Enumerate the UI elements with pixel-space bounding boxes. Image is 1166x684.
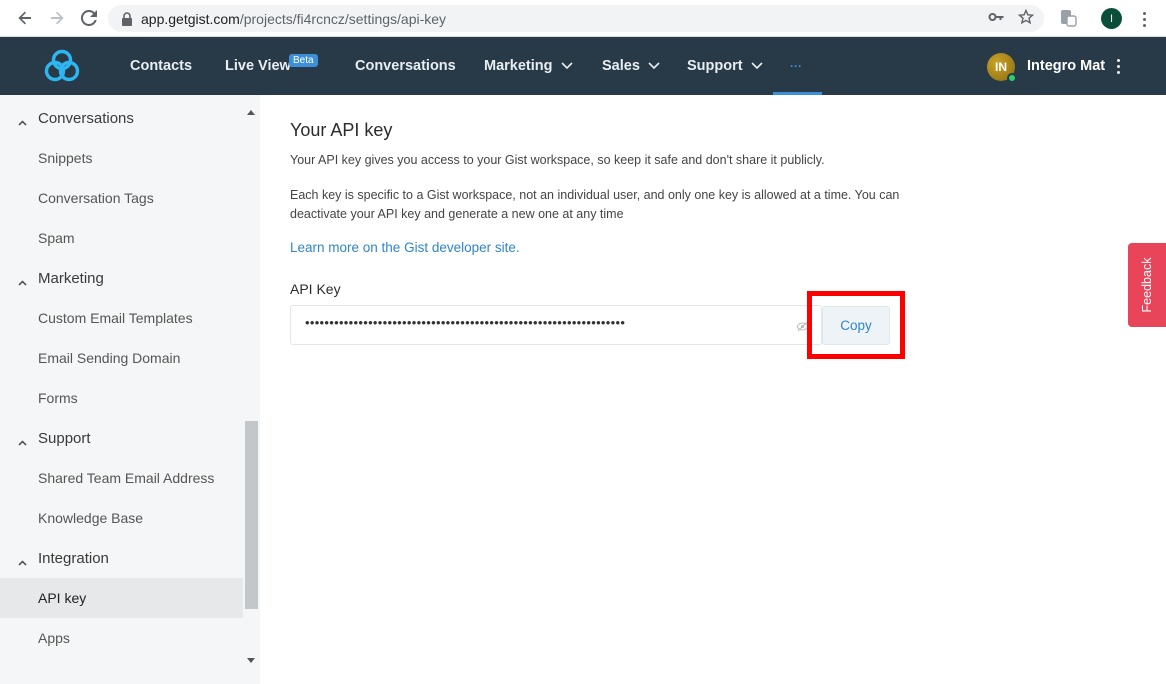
beta-badge: Beta	[289, 54, 318, 67]
description-text: Your API key gives you access to your Gi…	[290, 153, 825, 167]
copy-button[interactable]: Copy	[822, 306, 890, 345]
main-content: Your API key Your API key gives you acce…	[260, 95, 1166, 684]
extension-icon[interactable]	[1058, 8, 1078, 28]
arrow-right-icon	[51, 11, 64, 25]
scroll-up-icon[interactable]	[247, 102, 255, 120]
developer-site-link[interactable]: Learn more on the Gist developer site.	[290, 240, 520, 255]
sidebar-item-snippets[interactable]: Snippets	[0, 138, 243, 178]
sidebar-item-spam[interactable]: Spam	[0, 218, 243, 258]
api-key-label: API Key	[290, 281, 341, 297]
browser-profile-avatar[interactable]: I	[1101, 8, 1122, 29]
scroll-down-icon[interactable]	[247, 650, 255, 668]
sidebar-item-conversation-tags[interactable]: Conversation Tags	[0, 178, 243, 218]
nav-live-view[interactable]: Live View	[225, 37, 291, 95]
browser-toolbar: app.getgist.com/projects/fi4rcncz/settin…	[0, 0, 1166, 37]
sidebar-item-shared-team-email[interactable]: Shared Team Email Address	[0, 458, 243, 498]
address-bar[interactable]: app.getgist.com/projects/fi4rcncz/settin…	[108, 5, 1044, 32]
chevron-down-icon	[751, 62, 763, 70]
settings-sidebar: Conversations Snippets Conversation Tags…	[0, 95, 260, 684]
nav-marketing[interactable]: Marketing	[484, 37, 573, 95]
app-menu-icon[interactable]	[1112, 57, 1124, 75]
sidebar-group-marketing[interactable]: Marketing	[0, 258, 243, 298]
page-title: Your API key	[290, 120, 393, 140]
sidebar-item-forms[interactable]: Forms	[0, 378, 243, 418]
sidebar-item-email-sending-domain[interactable]: Email Sending Domain	[0, 338, 243, 378]
sidebar-group-conversations[interactable]: Conversations	[0, 98, 243, 138]
sidebar-group-integration[interactable]: Integration	[0, 538, 243, 578]
nav-contacts[interactable]: Contacts	[130, 37, 192, 95]
key-icon[interactable]	[988, 9, 1004, 30]
api-key-field[interactable]: ••••••••••••••••••••••••••••••••••••••••…	[290, 305, 822, 345]
sidebar-group-support[interactable]: Support	[0, 418, 243, 458]
nav-sales[interactable]: Sales	[602, 37, 660, 95]
browser-menu-icon[interactable]	[1136, 9, 1152, 29]
feedback-tab[interactable]: Feedback	[1128, 243, 1166, 327]
feedback-label: Feedback	[1140, 257, 1154, 313]
forward-button[interactable]	[42, 3, 72, 33]
nav-more[interactable]: ···	[790, 37, 802, 95]
chevron-up-icon	[18, 273, 27, 290]
back-button[interactable]	[10, 3, 40, 33]
nav-support[interactable]: Support	[687, 37, 763, 95]
chevron-up-icon	[18, 553, 27, 570]
nav-conversations[interactable]: Conversations	[355, 37, 456, 95]
lock-icon	[119, 11, 135, 27]
online-status-icon	[1007, 73, 1017, 83]
url-text: app.getgist.com/projects/fi4rcncz/settin…	[141, 10, 447, 27]
user-name[interactable]: Integro Mat	[1027, 37, 1105, 95]
sidebar-item-api-key[interactable]: API key	[0, 578, 243, 618]
scrollbar-thumb[interactable]	[245, 421, 258, 609]
star-icon[interactable]	[1017, 8, 1035, 30]
gist-logo-icon[interactable]	[44, 49, 80, 83]
sidebar-item-custom-email-templates[interactable]: Custom Email Templates	[0, 298, 243, 338]
reload-icon	[81, 10, 97, 26]
app-header: Contacts Live View Beta Conversations Ma…	[0, 37, 1166, 95]
chevron-down-icon	[648, 62, 660, 70]
chevron-down-icon	[560, 62, 573, 70]
arrow-left-icon	[18, 11, 31, 25]
chevron-up-icon	[18, 433, 27, 450]
chevron-up-icon	[18, 113, 27, 130]
description-text-2: Each key is specific to a Gist workspace…	[290, 188, 900, 221]
reload-button[interactable]	[74, 3, 104, 33]
sidebar-item-knowledge-base[interactable]: Knowledge Base	[0, 498, 243, 538]
api-key-value: ••••••••••••••••••••••••••••••••••••••••…	[305, 315, 626, 330]
sidebar-item-apps[interactable]: Apps	[0, 618, 243, 658]
